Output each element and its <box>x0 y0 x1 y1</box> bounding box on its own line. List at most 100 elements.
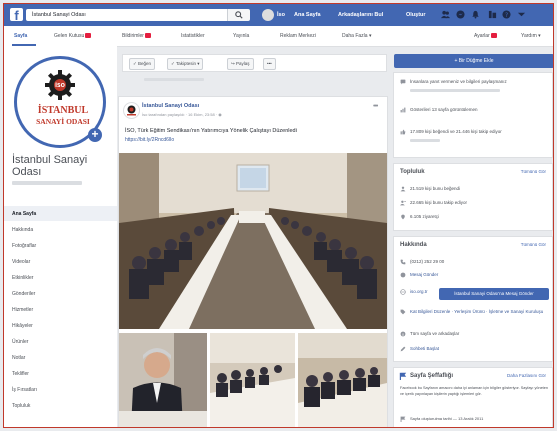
post-photo-2[interactable] <box>119 333 207 427</box>
sidebar-item-notes[interactable]: Notlar <box>4 350 117 365</box>
search-input[interactable]: İstanbul Sanayi Odası <box>26 9 249 21</box>
pages-icon[interactable] <box>488 10 497 19</box>
about-edit-text: Sohbeti Başlat <box>410 346 440 352</box>
post-meta: İso tarafından paylaşıldı · 16 Ekim, 23:… <box>142 112 222 117</box>
sidebar-item-posts[interactable]: Gönderiler <box>4 286 117 301</box>
sidebar-item-videos[interactable]: Videolar <box>4 254 117 269</box>
find-friends-link[interactable]: Arkadaşlarını Bul <box>338 12 383 18</box>
attendees-photo <box>298 333 387 427</box>
about-audience-text: Tüm sayfa ve arkadaşlar <box>410 331 460 337</box>
about-website-row[interactable]: iso.org.tr <box>400 289 428 295</box>
post-photo-3[interactable] <box>210 333 295 427</box>
tip-row-1-text: İnsanlara yanıt vermeniz ve bilgileri pa… <box>410 79 507 85</box>
search-icon <box>235 11 243 19</box>
community-card: Topluluk Tümünü Gör 21.519 kişi bunu beğ… <box>393 163 553 231</box>
sidebar-item-stories[interactable]: Hikâyeler <box>4 318 117 333</box>
send-message-button[interactable]: İstanbul Sanayi Odası'na Mesaj Gönder <box>439 288 549 300</box>
messenger-small-icon <box>400 272 406 278</box>
transparency-title: Sayfa Şeffaflığı <box>410 373 454 379</box>
quick-help-icon[interactable]: ? <box>502 10 511 19</box>
tab-ad-center[interactable]: Reklam Merkezi <box>280 33 316 39</box>
sidebar-item-jobs[interactable]: İş Fırsatları <box>4 382 117 397</box>
add-photo-button[interactable]: + <box>88 128 102 142</box>
notifications-icon[interactable] <box>471 10 480 19</box>
sidebar-item-label: Topluluk <box>12 403 31 409</box>
tip-row-2: Gösterileri 13 sayfa görüntülemen <box>400 107 478 113</box>
sidebar-item-products[interactable]: Ürünler <box>4 334 117 349</box>
community-checkins-text: 6.105 ziyaretçi <box>410 214 440 220</box>
about-message-text: Mesaj Gönder <box>410 272 439 278</box>
profile-link[interactable]: İso <box>277 12 285 18</box>
about-edit-row[interactable]: Sohbeti Başlat <box>400 346 439 352</box>
pencil-icon <box>400 346 406 352</box>
facebook-top-bar: f İstanbul Sanayi Odası İso Ana Sayfa Ar… <box>4 4 553 26</box>
sidebar-item-label: Ürünler <box>12 339 29 345</box>
sidebar-item-home[interactable]: Ana Sayfa <box>4 206 117 221</box>
sidebar-item-about[interactable]: Hakkında <box>4 222 117 237</box>
sidebar-item-label: Gönderiler <box>12 291 36 297</box>
community-see-all-link[interactable]: Tümünü Gör <box>521 169 546 174</box>
following-button[interactable]: ✓ Takiptesin ▾ <box>167 58 204 70</box>
community-follows-row: 22.665 kişi bunu takip ediyor <box>400 200 467 206</box>
share-button[interactable]: ↪ Paylaş <box>227 58 254 70</box>
post-author-avatar[interactable] <box>123 102 140 119</box>
post-link[interactable]: https://bit.ly/2Rncd6lIo <box>125 137 174 143</box>
messenger-icon[interactable] <box>456 10 465 19</box>
sidebar-item-services[interactable]: Hizmetler <box>4 302 117 317</box>
feed-post: İstanbul Sanayi Odası İso tarafından pay… <box>118 96 388 427</box>
sidebar-item-label: Fotoğraflar <box>12 243 37 249</box>
tab-settings[interactable]: Ayarlar <box>474 33 497 39</box>
transparency-see-more-link[interactable]: Daha Fazlasını Gör <box>507 373 546 378</box>
post-photo-4[interactable] <box>298 333 387 427</box>
tab-page[interactable]: Sayfa <box>14 33 27 39</box>
about-audience-row: Tüm sayfa ve arkadaşlar <box>400 331 459 337</box>
add-button-cta[interactable]: + Bir Düğme Ekle <box>394 54 553 68</box>
home-link[interactable]: Ana Sayfa <box>294 12 321 18</box>
sidebar-item-offers[interactable]: Teklifler <box>4 366 117 381</box>
sidebar-item-label: Etkinlikler <box>12 275 34 281</box>
speaker-photo <box>119 333 207 427</box>
tab-inbox[interactable]: Gelen Kutusu <box>54 33 92 39</box>
friend-requests-icon[interactable] <box>441 10 450 19</box>
facebook-logo-icon[interactable]: f <box>10 8 23 23</box>
post-author-name[interactable]: İstanbul Sanayi Odası <box>142 103 199 109</box>
about-category-text: Kat Bilgileri Düzenle · Yerleşim Ürünü ·… <box>410 309 544 315</box>
sidebar-item-label: İş Fırsatları <box>12 387 38 393</box>
tag-icon <box>400 309 406 315</box>
left-sidebar: İSO İSTANBUL SANAYİ ODASI + İstanbul San… <box>4 46 117 427</box>
sidebar-item-events[interactable]: Etkinlikler <box>4 270 117 285</box>
about-website-text: iso.org.tr <box>410 289 428 295</box>
tip-row-3-subtext <box>410 139 440 142</box>
about-message-row[interactable]: Mesaj Gönder <box>400 272 438 278</box>
post-options-button[interactable]: ••• <box>373 103 378 110</box>
sidebar-item-photos[interactable]: Fotoğraflar <box>4 238 117 253</box>
tab-help[interactable]: Yardım ▾ <box>521 33 541 39</box>
tab-notifications[interactable]: Bildirimler <box>122 33 151 39</box>
page-action-toolbar: ✓ Beğen ✓ Takiptesin ▾ ↪ Paylaş ••• <box>122 54 387 72</box>
tab-publishing[interactable]: Yayınla <box>233 33 249 39</box>
tab-more[interactable]: Daha Fazla ▾ <box>342 33 371 39</box>
tip-row-2-text: Gösterileri 13 sayfa görüntülemen <box>410 107 478 113</box>
community-title: Topluluk <box>400 169 425 175</box>
sidebar-item-label: Ana Sayfa <box>12 211 37 217</box>
tab-insights[interactable]: Istatistikler <box>181 33 205 39</box>
user-avatar[interactable] <box>262 9 274 21</box>
phone-icon <box>400 259 406 265</box>
logo-text-line2: SANAYİ ODASI <box>36 117 90 126</box>
checkin-icon <box>401 214 405 220</box>
sidebar-item-community[interactable]: Topluluk <box>4 398 117 413</box>
small-logo-icon <box>127 105 136 116</box>
account-menu-icon[interactable] <box>517 10 526 19</box>
more-options-button[interactable]: ••• <box>263 58 276 70</box>
meeting-photo <box>210 333 295 427</box>
gear-logo-icon: İSO <box>45 70 75 100</box>
flag-icon <box>399 372 407 380</box>
conference-photo <box>119 153 387 329</box>
about-see-all-link[interactable]: Tümünü Gör <box>521 242 546 247</box>
search-button[interactable] <box>227 9 250 21</box>
create-link[interactable]: Oluştur <box>406 12 426 18</box>
like-button[interactable]: ✓ Beğen <box>129 58 156 70</box>
svg-text:?: ? <box>505 12 508 19</box>
post-photo-main[interactable] <box>119 153 387 329</box>
svg-text:İSO: İSO <box>55 82 65 89</box>
